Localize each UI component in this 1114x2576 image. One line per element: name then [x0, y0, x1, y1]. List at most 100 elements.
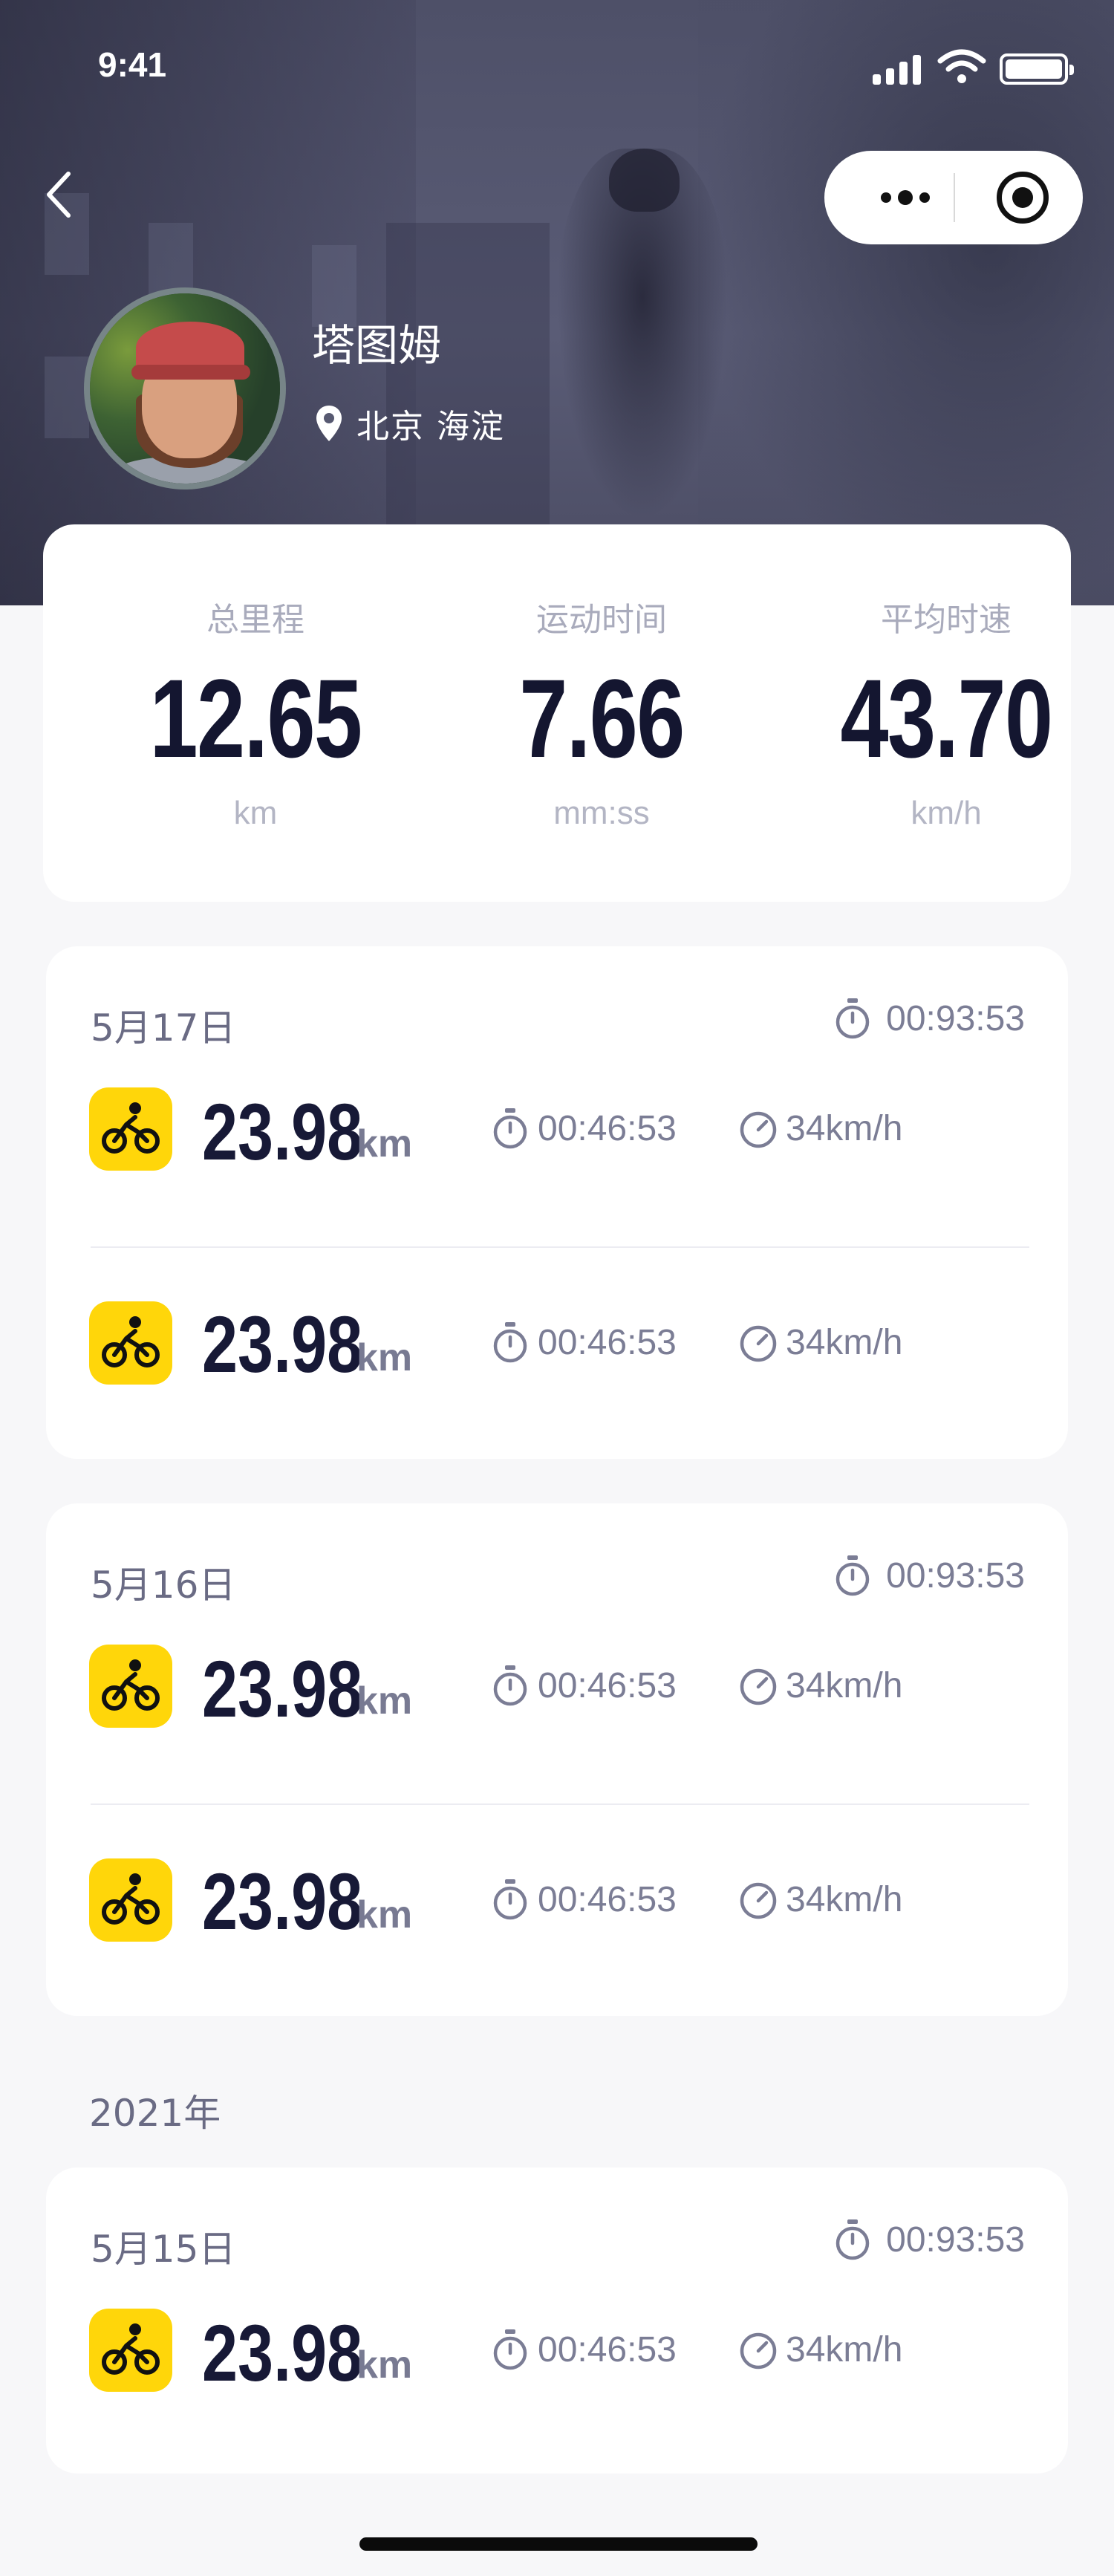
status-bar: 9:41 — [0, 0, 1114, 141]
capsule-divider — [954, 173, 955, 222]
day-total-time-text: 00:93:53 — [886, 998, 1025, 1038]
divider — [91, 1246, 1029, 1248]
ride-speed: 34km/h — [740, 1878, 902, 1921]
stopwatch-icon — [836, 998, 870, 1039]
ride-distance-unit: km — [356, 1336, 413, 1379]
stopwatch-icon — [493, 1322, 527, 1363]
battery-icon — [1000, 53, 1074, 85]
speedometer-icon — [740, 1668, 777, 1705]
ride-duration: 00:46:53 — [492, 1321, 677, 1364]
ride-duration-text: 00:46:53 — [538, 1108, 677, 1148]
day-total-time: 00:93:53 — [834, 997, 1025, 1040]
stat-total-distance: 总里程 12.65 km — [107, 593, 404, 832]
day-date: 5月15日 — [91, 2228, 236, 2271]
ride-speed: 34km/h — [740, 1321, 902, 1364]
stopwatch-icon — [493, 1108, 527, 1149]
ride-distance: 23.98 — [202, 1856, 363, 1946]
ride-item[interactable]: 23.98 km 00:46:53 34km/h — [46, 1246, 1068, 1448]
stat-unit: mm:ss — [553, 795, 650, 831]
stat-average-speed: 平均时速 43.70 km/h — [798, 593, 1095, 832]
divider — [91, 1803, 1029, 1805]
ride-speed-text: 34km/h — [786, 1665, 903, 1705]
day-date: 5月16日 — [91, 1564, 236, 1607]
ride-speed: 34km/h — [740, 2328, 902, 2371]
stat-unit: km/h — [911, 795, 982, 831]
home-indicator[interactable] — [359, 2537, 758, 2551]
ride-distance: 23.98 — [202, 2308, 363, 2398]
ride-item[interactable]: 23.98 km 00:46:53 34km/h — [46, 1803, 1068, 2006]
back-icon[interactable] — [39, 165, 83, 224]
ride-distance: 23.98 — [202, 1644, 363, 1734]
ride-duration-text: 00:46:53 — [538, 1879, 677, 1919]
bicycle-icon — [89, 1645, 172, 1728]
day-total-time: 00:93:53 — [834, 2218, 1025, 2261]
ride-duration-text: 00:46:53 — [538, 1322, 677, 1362]
day-total-time-text: 00:93:53 — [886, 1555, 1025, 1596]
day-date: 5月17日 — [91, 1006, 236, 1050]
day-header: 5月15日 00:93:53 — [46, 2167, 1068, 2279]
ride-distance-unit: km — [356, 2344, 413, 2387]
ride-distance: 23.98 — [202, 1299, 363, 1389]
user-location: 北京 海淀 — [315, 400, 505, 447]
stat-exercise-time: 运动时间 7.66 mm:ss — [453, 593, 750, 832]
ride-distance-unit: km — [356, 1679, 413, 1723]
stopwatch-icon — [493, 1665, 527, 1706]
stat-unit: km — [233, 795, 278, 831]
avatar[interactable] — [84, 287, 286, 489]
ride-item[interactable]: 23.98 km 00:46:53 34km/h — [46, 1615, 1068, 1803]
day-total-time-text: 00:93:53 — [886, 2219, 1025, 2260]
ride-distance-unit: km — [356, 1893, 413, 1936]
bicycle-icon — [89, 2309, 172, 2392]
bicycle-icon — [89, 1858, 172, 1942]
day-card[interactable]: 5月17日 00:93:53 23.98 km 00:46:53 34km/h … — [46, 946, 1068, 1459]
day-header: 5月17日 00:93:53 — [46, 946, 1068, 1058]
stopwatch-icon — [836, 1555, 870, 1596]
signal-icon — [873, 53, 925, 85]
wifi-icon — [937, 49, 986, 83]
stat-label: 运动时间 — [536, 601, 667, 639]
ride-duration: 00:46:53 — [492, 1664, 677, 1707]
mini-program-capsule — [824, 151, 1083, 244]
close-target-icon[interactable] — [997, 172, 1049, 224]
speedometer-icon — [740, 2332, 777, 2370]
speedometer-icon — [740, 1111, 777, 1148]
ride-distance: 23.98 — [202, 1087, 363, 1177]
more-icon[interactable] — [864, 180, 946, 215]
stopwatch-icon — [836, 2219, 870, 2260]
window-shape — [45, 357, 89, 438]
stat-label: 总里程 — [206, 601, 304, 639]
ride-distance-unit: km — [356, 1122, 413, 1165]
ride-duration-text: 00:46:53 — [538, 1665, 677, 1705]
cyclist-helmet — [609, 149, 680, 212]
stat-value: 12.65 — [149, 656, 363, 781]
ride-speed-text: 34km/h — [786, 2329, 903, 2370]
ride-speed: 34km/h — [740, 1107, 902, 1150]
year-header: 2021年 — [89, 2092, 221, 2135]
speedometer-icon — [740, 1325, 777, 1362]
day-header: 5月16日 00:93:53 — [46, 1503, 1068, 1615]
ride-speed-text: 34km/h — [786, 1108, 903, 1148]
user-name: 塔图姆 — [312, 320, 442, 371]
ride-speed: 34km/h — [740, 1664, 902, 1707]
stat-value: 43.70 — [840, 656, 1054, 781]
location-pin-icon — [316, 406, 342, 441]
summary-card: 总里程 12.65 km 运动时间 7.66 mm:ss 平均时速 43.70 … — [43, 524, 1071, 902]
ride-duration: 00:46:53 — [492, 1878, 677, 1921]
bicycle-icon — [89, 1301, 172, 1385]
speedometer-icon — [740, 1882, 777, 1919]
ride-item[interactable]: 23.98 km 00:46:53 34km/h — [46, 1058, 1068, 1246]
ride-duration: 00:46:53 — [492, 2328, 677, 2371]
status-time: 9:41 — [98, 45, 167, 84]
day-total-time: 00:93:53 — [834, 1554, 1025, 1597]
ride-item[interactable]: 23.98 km 00:46:53 34km/h — [46, 2279, 1068, 2468]
bicycle-icon — [89, 1087, 172, 1171]
ride-duration-text: 00:46:53 — [538, 2329, 677, 2370]
ride-speed-text: 34km/h — [786, 1879, 903, 1919]
day-card[interactable]: 5月16日 00:93:53 23.98 km 00:46:53 34km/h … — [46, 1503, 1068, 2016]
stopwatch-icon — [493, 1879, 527, 1920]
stat-label: 平均时速 — [881, 601, 1012, 639]
day-card[interactable]: 5月15日 00:93:53 23.98 km 00:46:53 34km/h — [46, 2167, 1068, 2473]
stopwatch-icon — [493, 2329, 527, 2370]
location-text: 北京 海淀 — [356, 408, 505, 446]
ride-speed-text: 34km/h — [786, 1322, 903, 1362]
